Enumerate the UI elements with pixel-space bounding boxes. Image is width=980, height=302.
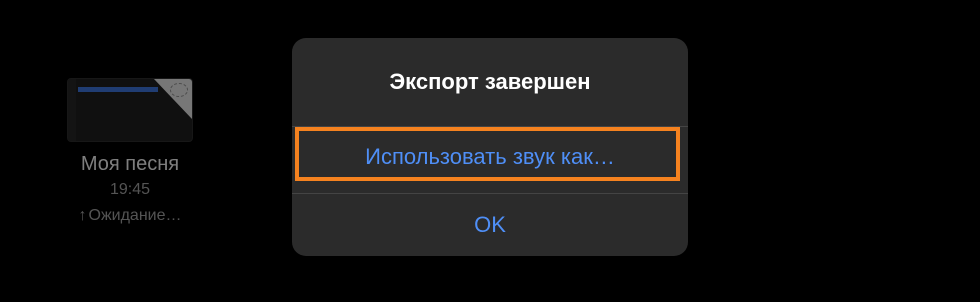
cloud-icon	[170, 83, 188, 97]
song-status-text: Ожидание…	[88, 207, 182, 224]
thumbnail-track-header	[68, 79, 76, 141]
export-complete-alert: Экспорт завершен Использовать звук как… …	[292, 38, 688, 256]
screen: Моя песня 19:45 ↑ Ожидание… Экспорт завер…	[0, 0, 980, 302]
thumbnail-audio-region	[78, 87, 158, 92]
song-tile[interactable]: Моя песня 19:45 ↑ Ожидание…	[58, 78, 202, 226]
use-sound-as-button[interactable]: Использовать звук как…	[292, 127, 688, 187]
ok-button[interactable]: OK	[292, 195, 688, 255]
song-name: Моя песня	[80, 153, 180, 175]
alert-title: Экспорт завершен	[389, 69, 591, 94]
upload-arrow-icon: ↑	[78, 207, 87, 224]
song-thumbnail[interactable]	[67, 78, 193, 142]
alert-divider	[292, 193, 688, 194]
song-status: ↑ Ожидание…	[58, 206, 202, 226]
song-time: 19:45	[109, 181, 151, 198]
